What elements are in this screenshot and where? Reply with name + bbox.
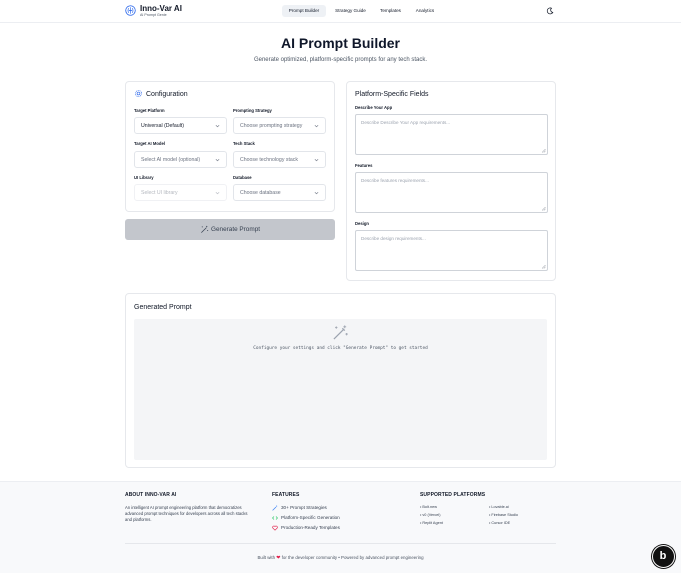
resize-grip-icon[interactable] bbox=[541, 206, 546, 211]
configuration-card-border bbox=[125, 81, 335, 212]
generate-prompt-label: Generate Prompt bbox=[211, 226, 261, 233]
platform-firebase: • Firebase Studio bbox=[489, 513, 518, 517]
footer-credits-after: for the developer community • Powered by… bbox=[281, 555, 424, 560]
features-label: Features bbox=[355, 163, 373, 168]
design-label: Design bbox=[355, 221, 369, 226]
footer-divider bbox=[125, 543, 556, 544]
platform-lovable: • Lovable.ai bbox=[489, 505, 509, 509]
brand-title[interactable]: Inno-Var AI bbox=[140, 4, 182, 13]
page-subtitle: Generate optimized, platform-specific pr… bbox=[253, 57, 428, 63]
footer-credits-before: Built with bbox=[257, 555, 276, 560]
footer-feature-label: Production-Ready Templates bbox=[281, 525, 340, 530]
platform-fields-title: Platform-Specific Fields bbox=[355, 91, 429, 98]
footer-about-text: An intelligent AI prompt engineering pla… bbox=[125, 505, 248, 523]
brand-subtitle: AI Prompt Genie bbox=[140, 13, 167, 17]
footer-about-heading: ABOUT INNO-VAR AI bbox=[125, 492, 177, 498]
generated-prompt-output: Configure your settings and click "Gener… bbox=[134, 319, 547, 460]
generate-prompt-button[interactable]: Generate Prompt bbox=[125, 219, 335, 240]
footer-feature-templates: Production-Ready Templates bbox=[272, 525, 340, 531]
describe-app-label: Describe Your App bbox=[355, 105, 393, 110]
footer-feature-label: Platform-Specific Generation bbox=[281, 515, 340, 520]
platform-v0: • v0 (Vercel) bbox=[420, 513, 441, 517]
empty-state-message: Configure your settings and click "Gener… bbox=[253, 346, 428, 351]
features-textarea[interactable]: Describe features requirements... bbox=[355, 172, 548, 213]
nav-strategy-guide[interactable]: Strategy Guide bbox=[329, 5, 372, 17]
design-textarea[interactable]: Describe design requirements... bbox=[355, 230, 548, 271]
heart-icon bbox=[272, 525, 278, 531]
magic-wand-icon bbox=[201, 225, 209, 233]
resize-grip-icon[interactable] bbox=[541, 148, 546, 153]
nav-templates[interactable]: Templates bbox=[375, 5, 406, 17]
design-placeholder: Describe design requirements... bbox=[361, 236, 426, 241]
fab-letter: b bbox=[659, 550, 667, 562]
heart-icon: ❤ bbox=[276, 555, 281, 561]
nav-analytics[interactable]: Analytics bbox=[410, 5, 440, 17]
page-title: AI Prompt Builder bbox=[280, 35, 400, 51]
footer-feature-label: 30+ Prompt Strategies bbox=[281, 505, 327, 510]
footer-platforms-heading: SUPPORTED PLATFORMS bbox=[420, 492, 486, 498]
features-placeholder: Describe features requirements... bbox=[361, 178, 429, 183]
wand-icon bbox=[272, 505, 278, 511]
describe-app-textarea[interactable]: Describe Describe Your App requirements.… bbox=[355, 114, 548, 155]
resize-grip-icon[interactable] bbox=[541, 264, 546, 269]
code-icon bbox=[272, 516, 278, 520]
footer-feature-platform: Platform-Specific Generation bbox=[272, 515, 340, 521]
platform-replit: • Replit Agent bbox=[420, 521, 443, 525]
magic-wand-icon bbox=[333, 325, 348, 340]
brain-logo-icon[interactable] bbox=[125, 5, 136, 16]
platform-cursor: • Cursor IDE bbox=[489, 521, 511, 525]
platform-bolt: • Bolt.new bbox=[420, 505, 437, 509]
moon-icon[interactable] bbox=[545, 6, 555, 16]
describe-app-placeholder: Describe Describe Your App requirements.… bbox=[361, 120, 451, 125]
floating-action-button[interactable]: b bbox=[652, 545, 675, 568]
footer-credits: Built with ❤ for the developer community… bbox=[0, 555, 681, 561]
nav-prompt-builder[interactable]: Prompt Builder bbox=[282, 5, 326, 17]
footer-features-heading: FEATURES bbox=[272, 492, 300, 498]
generated-prompt-title: Generated Prompt bbox=[134, 304, 192, 311]
top-navbar: Inno-Var AI AI Prompt Genie Prompt Build… bbox=[0, 0, 681, 23]
footer-feature-strategies: 30+ Prompt Strategies bbox=[272, 505, 327, 511]
